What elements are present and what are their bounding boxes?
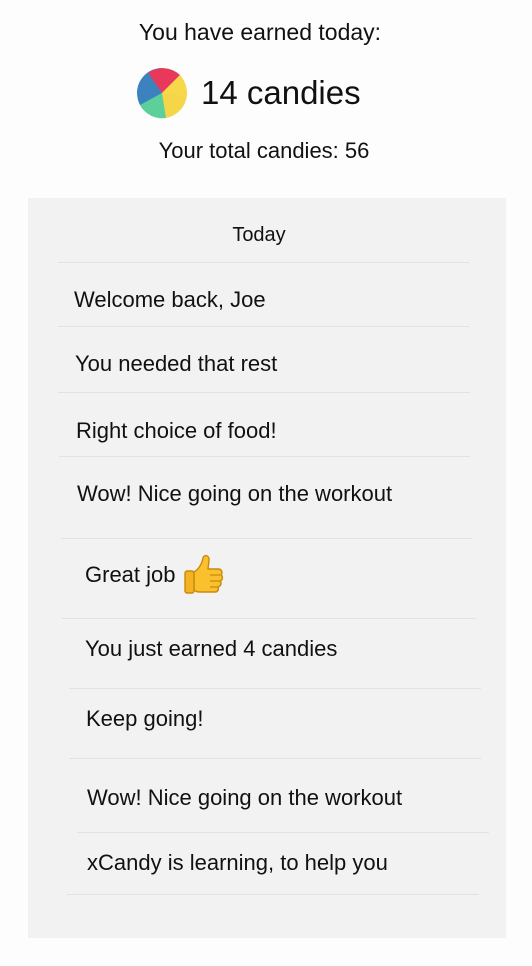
earned-summary: 14 candies bbox=[136, 66, 361, 120]
feed-divider bbox=[62, 618, 476, 619]
message-text: Wow! Nice going on the workout bbox=[87, 785, 403, 810]
thumbs-up-icon bbox=[183, 554, 223, 594]
message-text: Right choice of food! bbox=[76, 418, 277, 443]
list-item: Right choice of food! bbox=[76, 418, 277, 444]
earned-today-label: You have earned today: bbox=[138, 19, 382, 45]
feed-divider bbox=[58, 326, 469, 327]
list-item: xCandy is learning, to help you bbox=[87, 850, 388, 876]
rewards-screen: You have earned today: 14 candies Your t… bbox=[0, 0, 532, 966]
feed-divider bbox=[67, 894, 479, 895]
feed-divider bbox=[58, 392, 470, 393]
feed-divider bbox=[58, 262, 469, 263]
message-text: Wow! Nice going on the workout bbox=[77, 481, 393, 506]
list-item: You needed that rest bbox=[75, 351, 277, 377]
feed-divider bbox=[69, 688, 481, 689]
message-text: You just earned 4 candies bbox=[85, 636, 338, 661]
feed-divider bbox=[61, 538, 472, 539]
message-text: xCandy is learning, to help you bbox=[87, 850, 388, 875]
list-item: Welcome back, Joe bbox=[74, 287, 266, 313]
candy-ball-icon bbox=[137, 68, 187, 119]
feed-divider bbox=[69, 758, 481, 759]
message-text: You needed that rest bbox=[75, 351, 278, 376]
today-feed: Today Welcome back, Joe You needed that … bbox=[28, 198, 506, 938]
list-item: Wow! Nice going on the workout bbox=[77, 481, 392, 507]
feed-header: Today bbox=[232, 224, 286, 246]
list-item: Wow! Nice going on the workout bbox=[87, 785, 402, 811]
list-item: Keep going! bbox=[86, 706, 203, 732]
feed-divider bbox=[59, 456, 470, 457]
total-candies-label: Your total candies: 56 bbox=[158, 138, 370, 163]
message-text: Great job bbox=[85, 562, 176, 587]
list-item: You just earned 4 candies bbox=[85, 636, 337, 662]
message-text: Keep going! bbox=[86, 706, 204, 731]
feed-divider bbox=[77, 832, 489, 833]
earned-candies-count: 14 candies bbox=[201, 74, 361, 111]
message-text: Welcome back, Joe bbox=[74, 287, 266, 312]
list-item: Great job bbox=[85, 550, 226, 600]
